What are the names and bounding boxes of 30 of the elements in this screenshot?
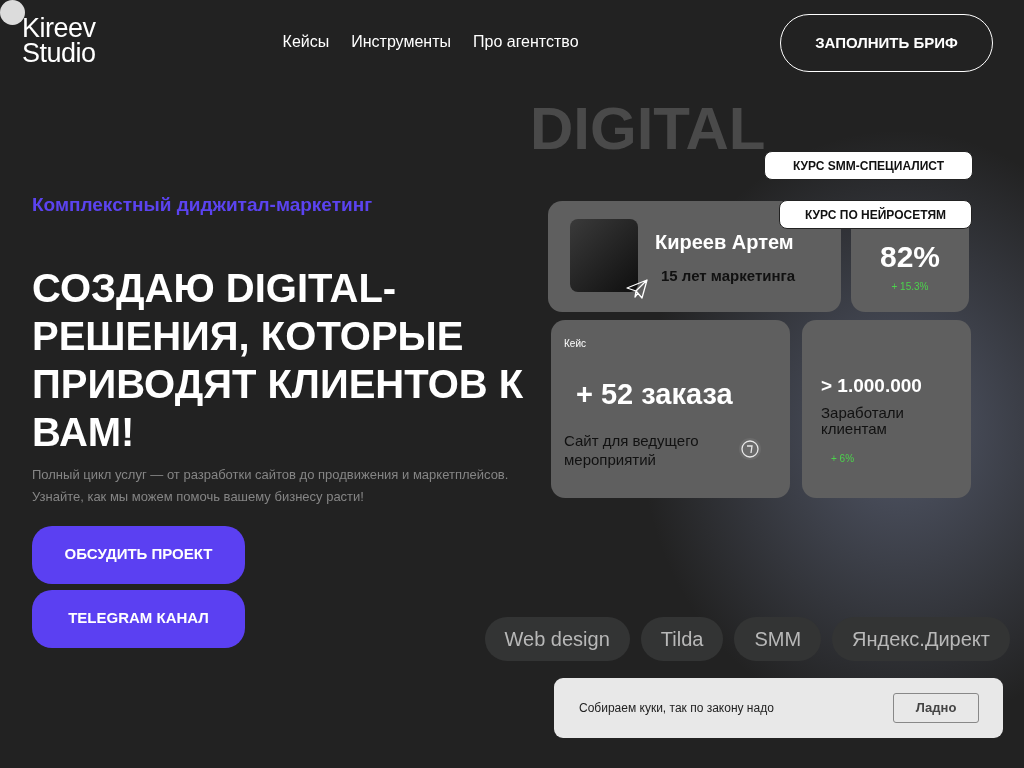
course-button[interactable]: КУРС SMM-СПЕЦИАЛИСТ: [764, 151, 973, 180]
tag-chip: SMM: [734, 617, 822, 661]
profile-name: Киреев Артем: [655, 230, 795, 255]
nav-link[interactable]: Инструменты: [351, 30, 451, 54]
course-button[interactable]: КУРС ПО НЕЙРОСЕТЯМ: [779, 200, 972, 229]
paper-plane-icon: [626, 279, 648, 299]
case-value: + 52 заказа: [576, 377, 734, 412]
revenue-description: Заработали клиентам: [821, 404, 905, 437]
discuss-project-button[interactable]: ОБСУДИТЬ ПРОЕКТ: [32, 525, 245, 584]
stat-change: + 15.3%: [890, 280, 930, 294]
revenue-change: + 6%: [831, 451, 856, 466]
tag-chip: Яндекс.Директ: [832, 617, 1010, 661]
logo[interactable]: Kireev Studio: [22, 16, 96, 66]
ok-button[interactable]: Ладно: [893, 693, 979, 723]
nav-link[interactable]: Про агентство: [473, 30, 579, 54]
arrow-icon[interactable]: [738, 437, 762, 461]
case-description: Сайт для ведущего мероприятий: [564, 430, 700, 469]
cursor-dot: [0, 0, 25, 25]
case-label: Кейс: [564, 337, 587, 351]
revenue-value: > 1.000.000: [821, 374, 923, 398]
stat-value: 82%: [878, 241, 941, 273]
cookie-text: Собираем куки, так по закону надо: [579, 700, 774, 717]
profile-subtitle: 15 лет маркетинга: [661, 266, 796, 286]
tag-chip: Tilda: [640, 617, 724, 661]
hero-description: Полный цикл услуг — от разработки сайтов до продвижения и маркетплейсов. Узнайте, как мы можем помочь вашему бизнесу расти!: [32, 465, 510, 506]
tag-chip: Web design: [484, 617, 630, 661]
hero-heading: СОЗДАЮ DIGITAL-РЕШЕНИЯ, КОТОРЫЕ ПРИВОДЯТ КЛИЕНТОВ К ВАМ!: [32, 264, 525, 456]
telegram-channel-button[interactable]: TELEGRAM КАНАЛ: [32, 589, 245, 648]
nav-link[interactable]: Кейсы: [282, 30, 330, 54]
eyebrow-text: Комплекстный диджитал-маркетинг: [32, 193, 374, 217]
